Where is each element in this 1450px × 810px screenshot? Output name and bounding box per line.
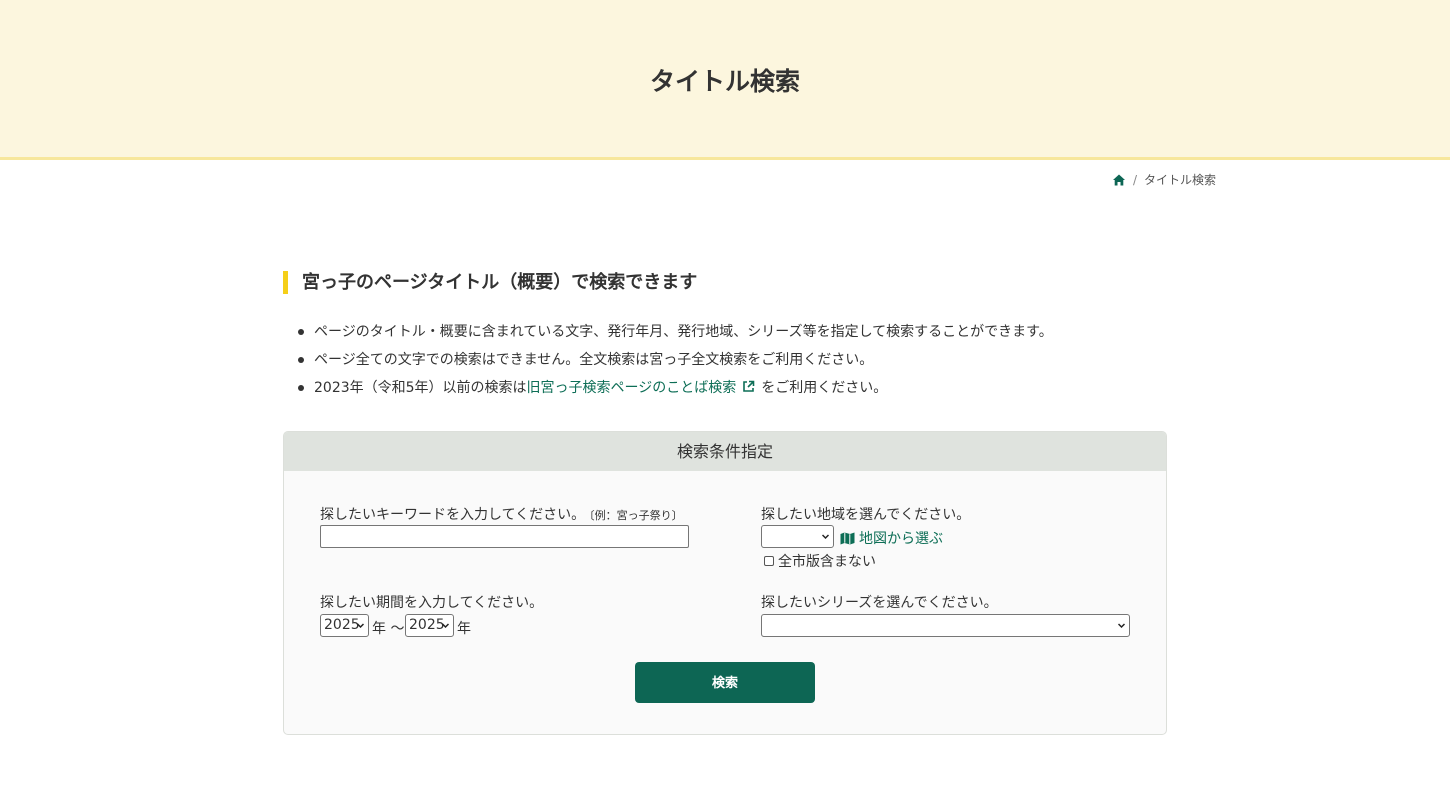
exclude-all-city-checkbox[interactable]: [764, 556, 774, 566]
page-header: タイトル検索: [0, 0, 1450, 160]
series-select[interactable]: [761, 614, 1130, 637]
page-title: タイトル検索: [649, 67, 800, 96]
year-unit-from: 年 〜: [372, 621, 405, 637]
map-link-label[interactable]: 地図から選ぶ: [859, 528, 943, 548]
note-text: ページ全ての文字での検索はできません。全文検索は宮っ子全文検索をご利用ください。: [314, 352, 874, 368]
search-button[interactable]: 検索: [635, 662, 815, 703]
home-icon[interactable]: [1112, 173, 1126, 187]
keyword-example: 〔例：宮っ子祭り〕: [589, 509, 683, 522]
section-heading: 宮っ子のページタイトル（概要）で検索できます: [283, 271, 697, 294]
note-text: をご利用ください。: [761, 380, 888, 396]
list-item: ページのタイトル・概要に含まれている文字、発行年月、発行地域、シリーズ等を指定し…: [296, 321, 1196, 349]
year-from-select[interactable]: 2025: [320, 614, 369, 637]
year-from-value: 2025: [324, 617, 360, 633]
series-label: 探したいシリーズを選んでください。: [761, 595, 998, 611]
chevron-down-icon: [1118, 623, 1125, 629]
select-from-map-link[interactable]: 地図から選ぶ: [840, 528, 943, 548]
note-text: 2023年（令和5年）以前の検索は: [314, 380, 527, 396]
chevron-down-icon: [357, 623, 364, 629]
old-search-link[interactable]: 旧宮っ子検索ページのことば検索: [527, 380, 737, 396]
region-select[interactable]: [761, 525, 834, 548]
old-search-link-label[interactable]: 旧宮っ子検索ページのことば検索: [527, 380, 737, 396]
map-icon: [840, 532, 855, 544]
chevron-down-icon: [442, 623, 449, 629]
breadcrumb-separator: /: [1133, 172, 1138, 187]
external-link-icon: [743, 380, 755, 392]
exclude-all-city-label[interactable]: 全市版含まない: [778, 551, 876, 571]
year-unit-to: 年: [457, 621, 471, 637]
list-item: ページ全ての文字での検索はできません。全文検索は宮っ子全文検索をご利用ください。: [296, 349, 1196, 377]
year-to-select[interactable]: 2025: [405, 614, 454, 637]
breadcrumb-current: タイトル検索: [1144, 173, 1217, 187]
note-text: ページのタイトル・概要に含まれている文字、発行年月、発行地域、シリーズ等を指定し…: [314, 324, 1053, 340]
breadcrumb: / タイトル検索: [1112, 171, 1216, 188]
search-panel: 検索条件指定 探したいキーワードを入力してください。 〔例：宮っ子祭り〕 探したい…: [283, 431, 1167, 735]
chevron-down-icon: [822, 534, 829, 540]
keyword-input[interactable]: [320, 525, 689, 548]
exclude-all-city-option[interactable]: 全市版含まない: [764, 551, 876, 571]
keyword-label: 探したいキーワードを入力してください。 〔例：宮っ子祭り〕: [320, 504, 683, 524]
period-label: 探したい期間を入力してください。: [320, 595, 544, 611]
notes-list: ページのタイトル・概要に含まれている文字、発行年月、発行地域、シリーズ等を指定し…: [296, 321, 1196, 405]
year-to-value: 2025: [409, 617, 445, 633]
panel-title: 検索条件指定: [284, 432, 1166, 471]
list-item: 2023年（令和5年）以前の検索は旧宮っ子検索ページのことば検索 をご利用くださ…: [296, 377, 1196, 405]
region-label: 探したい地域を選んでください。: [761, 507, 971, 523]
keyword-label-text: 探したいキーワードを入力してください。: [320, 507, 586, 523]
